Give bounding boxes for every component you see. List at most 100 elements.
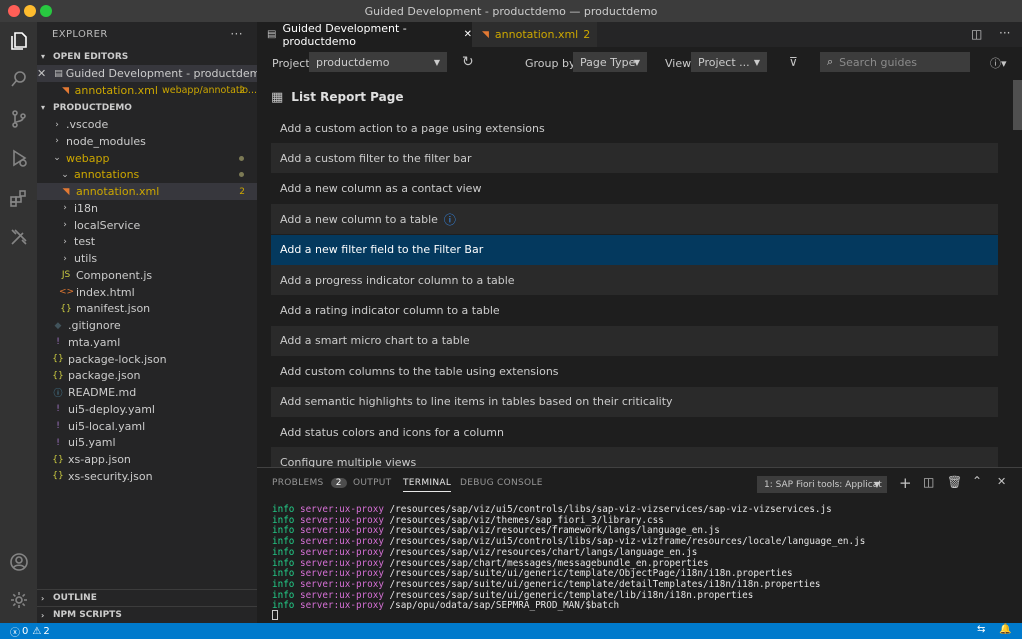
editor-scrollbar[interactable] <box>1013 80 1022 130</box>
settings-gear-icon[interactable] <box>0 581 37 618</box>
split-editor-icon[interactable]: ◫ <box>971 27 982 41</box>
guide-item[interactable]: Add a rating indicator column to a table <box>271 295 998 325</box>
guide-item[interactable]: Add a new column as a contact view <box>271 174 998 204</box>
tree-item[interactable]: › node_modules <box>37 133 257 150</box>
chevron-down-icon: ▼ <box>873 480 880 489</box>
maximize-panel-icon[interactable]: ⌃ <box>972 474 982 488</box>
open-editor-item[interactable]: ✕ ▤ Guided Development - productdemo <box>37 65 267 82</box>
new-terminal-icon[interactable]: + <box>899 474 912 492</box>
guide-item[interactable]: Add a smart micro chart to a table <box>271 325 998 356</box>
live-share-icon[interactable]: ⇆ <box>977 624 985 635</box>
guide-item-label: Add semantic highlights to line items in… <box>280 395 673 409</box>
guide-item[interactable]: Add custom columns to the table using ex… <box>271 356 998 386</box>
more-actions-icon[interactable]: ··· <box>230 27 243 41</box>
open-editor-item[interactable]: ◥ annotation.xml webapp/annotatio... 2 <box>37 82 257 99</box>
minimize-window-button[interactable] <box>24 5 36 17</box>
tree-item[interactable]: ⌄ webapp <box>37 150 257 167</box>
more-actions-icon[interactable]: ··· <box>999 26 1010 40</box>
tree-item-label: .gitignore <box>68 319 121 332</box>
explorer-icon[interactable] <box>0 22 37 59</box>
guide-item[interactable]: Add a progress indicator column to a tab… <box>271 265 998 295</box>
chevron-down-icon: ▾ <box>41 52 46 61</box>
close-icon[interactable]: ✕ <box>464 29 472 40</box>
tree-item[interactable]: JS Component.js <box>37 267 257 284</box>
search-icon[interactable] <box>0 60 37 97</box>
outline-section[interactable]: › OUTLINE <box>37 589 257 606</box>
log-level: info <box>272 546 295 558</box>
tree-item-label: manifest.json <box>76 302 151 316</box>
tree-item[interactable]: ⓘ README.md <box>37 384 257 401</box>
guide-item[interactable]: Add a new filter field to the Filter Bar <box>271 234 998 265</box>
close-window-button[interactable] <box>8 5 20 17</box>
tree-item[interactable]: ◆ .gitignore <box>37 317 257 334</box>
open-editors-title: OPEN EDITORS <box>53 51 129 62</box>
tree-item[interactable]: {} package.json <box>37 367 257 384</box>
section-header: ▦ List Report Page <box>271 88 403 106</box>
refresh-icon[interactable]: ↻ <box>462 54 474 70</box>
project-select[interactable]: productdemo ▼ <box>309 52 447 72</box>
project-section[interactable]: ▾ PRODUCTDEMO <box>37 99 132 116</box>
tab-output[interactable]: OUTPUT <box>353 478 391 488</box>
explorer-title: EXPLORER <box>52 28 108 40</box>
npm-scripts-section[interactable]: › NPM SCRIPTS <box>37 606 257 623</box>
chevron-right-icon: › <box>63 220 67 230</box>
info-icon[interactable]: ⓘ <box>444 211 456 228</box>
terminal-line: info server:ux-proxy /resources/sap/char… <box>272 558 709 569</box>
tree-item[interactable]: ⌄ annotations <box>37 166 257 183</box>
guide-item[interactable]: Add semantic highlights to line items in… <box>271 386 998 417</box>
tree-item[interactable]: ◥ annotation.xml 2 <box>37 183 257 200</box>
view-select[interactable]: Project ... ▼ <box>691 52 767 72</box>
guide-item[interactable]: Add a custom action to a page using exte… <box>271 113 998 143</box>
tree-item[interactable]: {} manifest.json <box>37 300 257 317</box>
project-title: PRODUCTDEMO <box>53 102 132 113</box>
accounts-icon[interactable] <box>0 543 37 580</box>
tree-item[interactable]: › .vscode <box>37 116 257 133</box>
tree-item[interactable]: {} xs-app.json <box>37 451 257 468</box>
tree-item[interactable]: ! ui5.yaml <box>37 434 257 451</box>
chevron-down-icon: ▼ <box>753 57 760 67</box>
tab-annotation-xml[interactable]: ◥ annotation.xml 2 <box>472 22 597 47</box>
tab-problems[interactable]: PROBLEMS 2 <box>272 478 347 488</box>
problems-count-badge: 2 <box>330 478 347 488</box>
tree-item[interactable]: › localService <box>37 217 257 234</box>
close-panel-icon[interactable]: ✕ <box>997 475 1006 488</box>
close-icon[interactable]: ✕ <box>37 67 46 80</box>
split-terminal-icon[interactable]: ◫ <box>923 475 934 489</box>
run-debug-icon[interactable] <box>0 139 37 176</box>
terminal-select-value: 1: SAP Fiori tools: Applicat <box>764 479 882 490</box>
trash-icon[interactable]: 🗑 <box>947 475 962 489</box>
problems-status[interactable]: ⓧ 0 ⚠ 2 <box>10 624 50 639</box>
tree-item[interactable]: ! ui5-local.yaml <box>37 418 257 435</box>
tree-item[interactable]: <> index.html <box>37 284 257 301</box>
group-by-select[interactable]: Page Type ▼ <box>573 52 647 72</box>
tree-item[interactable]: › i18n <box>37 200 257 217</box>
tree-item[interactable]: {} xs-security.json <box>37 468 257 485</box>
guide-item[interactable]: Configure multiple views <box>271 447 998 467</box>
guide-item[interactable]: Add a new column to a table ⓘ <box>271 204 998 235</box>
tab-guided-development[interactable]: ▤ Guided Development - productdemo ✕ <box>257 22 472 48</box>
tree-item-label: index.html <box>76 285 135 299</box>
source-control-icon[interactable] <box>0 100 37 137</box>
tab-terminal[interactable]: TERMINAL <box>403 478 452 492</box>
terminal-select[interactable]: 1: SAP Fiori tools: Applicat ▼ <box>757 476 887 493</box>
bell-icon[interactable]: 🔔 <box>999 624 1011 635</box>
guide-item-label: Add a smart micro chart to a table <box>280 334 470 348</box>
log-source: server:ux-proxy <box>294 578 384 590</box>
help-icon[interactable]: ⓘ▾ <box>990 55 1007 71</box>
guide-item[interactable]: Add a custom filter to the filter bar <box>271 143 998 174</box>
open-editors-section[interactable]: ▾ OPEN EDITORS <box>37 48 128 65</box>
filter-icon[interactable]: ⊽ <box>789 55 798 69</box>
terminal-cursor <box>272 610 278 620</box>
tree-item[interactable]: ! ui5-deploy.yaml <box>37 401 257 418</box>
guide-item[interactable]: Add status colors and icons for a column <box>271 417 998 447</box>
tree-item[interactable]: › test <box>37 233 257 250</box>
tree-item[interactable]: ! mta.yaml <box>37 334 257 351</box>
tree-item[interactable]: {} package-lock.json <box>37 351 257 368</box>
tree-item[interactable]: › utils <box>37 250 257 267</box>
terminal-line: info server:ux-proxy /resources/sap/viz/… <box>272 536 865 547</box>
tab-debug-console[interactable]: DEBUG CONSOLE <box>460 478 543 488</box>
sap-tools-icon[interactable] <box>0 218 37 255</box>
zoom-window-button[interactable] <box>40 5 52 17</box>
extensions-icon[interactable] <box>0 179 37 216</box>
search-guides-input[interactable]: ⌕ Search guides <box>820 52 970 72</box>
